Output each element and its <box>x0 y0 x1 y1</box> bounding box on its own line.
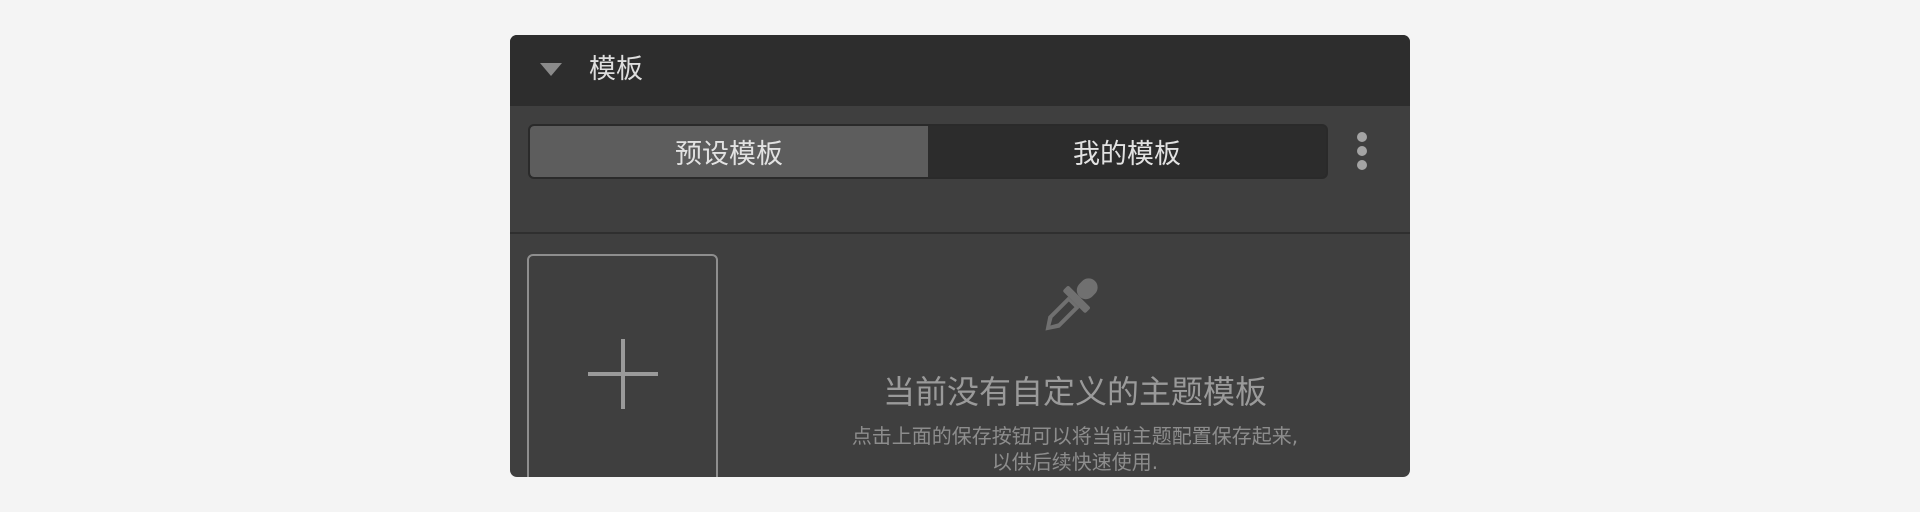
add-template-button[interactable] <box>527 254 718 477</box>
more-options-button[interactable] <box>1348 128 1376 174</box>
plus-icon <box>588 339 658 409</box>
empty-state-description-line-1: 点击上面的保存按钮可以将当前主题配置保存起来, <box>851 424 1299 448</box>
empty-state: 当前没有自定义的主题模板 点击上面的保存按钮可以将当前主题配置保存起来, 以供后… <box>740 234 1410 477</box>
empty-state-description: 点击上面的保存按钮可以将当前主题配置保存起来, 以供后续快速使用. <box>740 423 1410 475</box>
tab-my-templates[interactable]: 我的模板 <box>928 126 1326 177</box>
empty-state-description-line-2: 以供后续快速使用. <box>991 450 1159 474</box>
template-tabs: 预设模板 我的模板 <box>528 124 1328 179</box>
panel-header[interactable]: 模板 <box>510 35 1410 106</box>
tab-preset-templates[interactable]: 预设模板 <box>530 126 928 177</box>
template-content: 当前没有自定义的主题模板 点击上面的保存按钮可以将当前主题配置保存起来, 以供后… <box>510 234 1410 477</box>
panel-title: 模板 <box>589 54 643 85</box>
empty-state-title: 当前没有自定义的主题模板 <box>882 373 1267 411</box>
caret-down-icon[interactable] <box>540 63 562 76</box>
eyedropper-icon <box>1045 278 1098 331</box>
tab-bar: 预设模板 我的模板 <box>510 106 1410 234</box>
template-panel: 模板 预设模板 我的模板 当前没有自定义的主题模板 点击上面的保存按钮可以将当前… <box>510 35 1410 477</box>
